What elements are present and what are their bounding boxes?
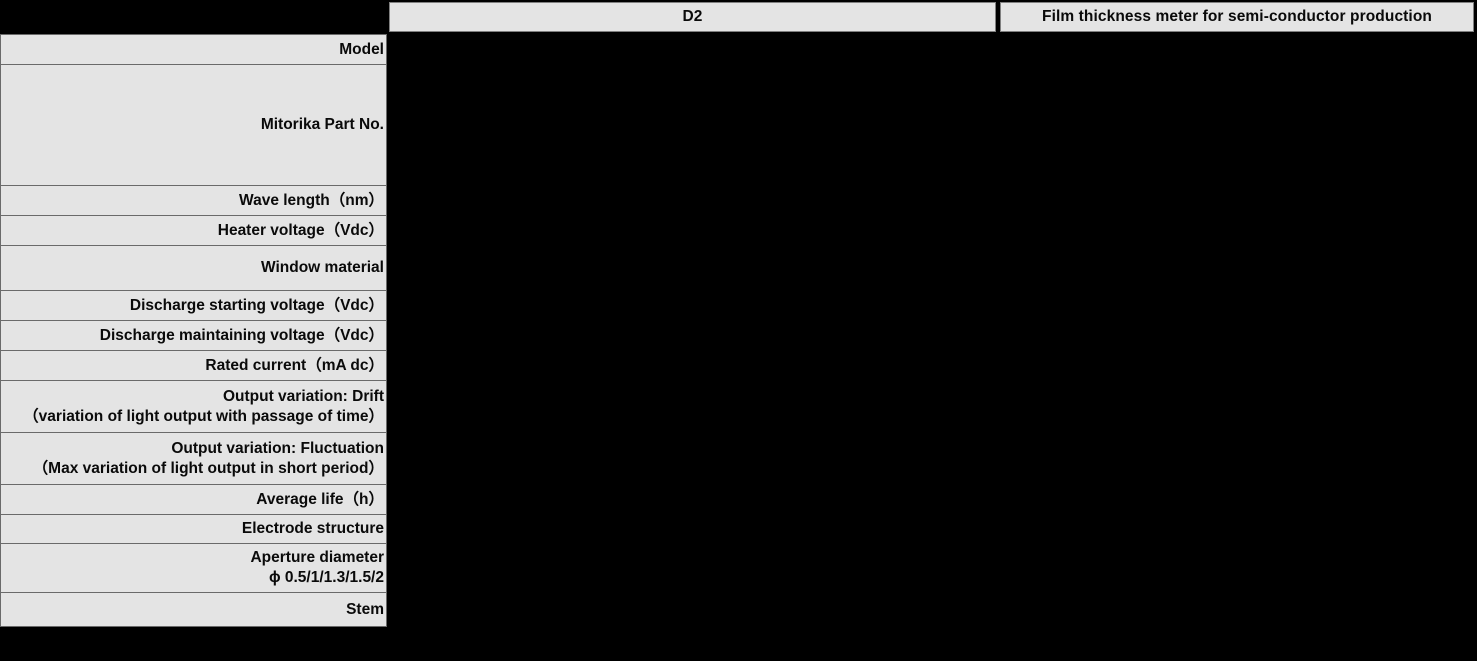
data-cells-region	[388, 34, 1477, 661]
row-label: Aperture diameter	[250, 549, 384, 567]
row-label-secondary: （Max variation of light output in short …	[32, 459, 384, 477]
table-row: Stem	[0, 593, 387, 627]
table-row: Wave length（nm）	[0, 186, 387, 216]
table-row: Rated current（mA dc）	[0, 351, 387, 381]
table-row: Mitorika Part No.	[0, 65, 387, 186]
table-row: Heater voltage（Vdc）	[0, 216, 387, 246]
row-label: Wave length（nm）	[239, 191, 384, 209]
row-label: Heater voltage（Vdc）	[217, 221, 384, 239]
table-row: Output variation: Drift （variation of lig…	[0, 381, 387, 433]
row-label-secondary: ϕ 0.5/1/1.3/1.5/2	[268, 569, 384, 586]
row-label: Average life（h）	[256, 490, 384, 508]
table-row: Discharge maintaining voltage（Vdc）	[0, 321, 387, 351]
header-cell-model: D2	[389, 2, 996, 32]
row-label: Electrode structure	[241, 520, 384, 538]
table-row: Model	[0, 34, 387, 65]
row-label-secondary: （variation of light output with passage …	[23, 407, 384, 425]
table-row: Output variation: Fluctuation （Max variat…	[0, 433, 387, 485]
row-label: Output variation: Fluctuation	[171, 439, 384, 457]
row-label: Discharge maintaining voltage（Vdc）	[99, 326, 384, 344]
row-label: Rated current（mA dc）	[205, 356, 384, 374]
table-row: Aperture diameter ϕ 0.5/1/1.3/1.5/2	[0, 544, 387, 593]
row-label: Output variation: Drift	[222, 387, 384, 405]
row-label: Mitorika Part No.	[260, 116, 384, 134]
specification-table: D2 Film thickness meter for semi-conduct…	[0, 0, 1477, 661]
table-header-row: D2 Film thickness meter for semi-conduct…	[0, 0, 1477, 34]
row-label: Window material	[260, 259, 384, 277]
row-label: Model	[339, 40, 384, 58]
table-row: Electrode structure	[0, 515, 387, 544]
row-label: Discharge starting voltage（Vdc）	[129, 296, 384, 314]
row-label: Stem	[346, 600, 384, 618]
table-row: Window material	[0, 246, 387, 291]
header-cell-application: Film thickness meter for semi-conductor …	[1000, 2, 1474, 32]
table-row: Average life（h）	[0, 485, 387, 515]
row-label-column: Model Mitorika Part No. Wave length（nm） Hea…	[0, 34, 388, 627]
table-row: Discharge starting voltage（Vdc）	[0, 291, 387, 321]
